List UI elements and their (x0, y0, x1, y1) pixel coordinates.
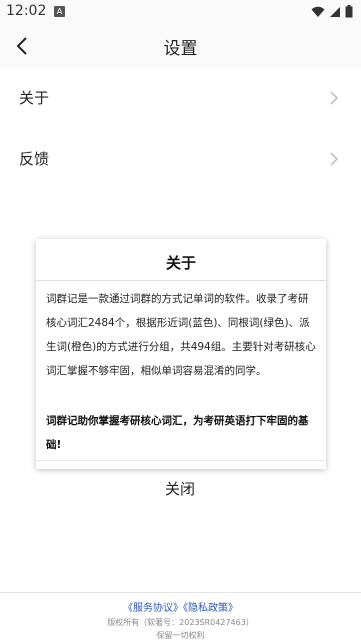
menu-item-feedback[interactable]: 反馈 (0, 129, 361, 191)
wifi-icon (311, 6, 325, 17)
dialog-bottom-divider (36, 460, 326, 461)
notification-icon: A (54, 6, 65, 17)
dialog-body-text: 词群记是一款通过词群的方式记单词的软件。收录了考研核心词汇2484个，根据形近词… (46, 293, 316, 377)
chevron-right-icon (330, 91, 339, 105)
dialog-highlight-text: 词群记助你掌握考研核心词汇，为考研英语打下牢固的基础! (46, 415, 309, 451)
menu-item-label: 反馈 (19, 150, 50, 168)
page-title: 设置 (163, 39, 198, 59)
footer-links: 《服务协议》《隐私政策》 (0, 599, 361, 614)
menu-item-label: 关于 (19, 89, 50, 107)
footer: 《服务协议》《隐私政策》 版权所有（软著号：2023SR0427463） 保留一… (0, 592, 361, 644)
copyright-text: 版权所有（软著号：2023SR0427463） (107, 618, 254, 627)
battery-icon (345, 5, 353, 18)
service-agreement-link[interactable]: 《服务协议》 (123, 603, 183, 614)
dialog-divider (36, 280, 326, 281)
chevron-right-icon (330, 152, 339, 166)
status-bar: 12:02 A (0, 0, 361, 24)
close-button[interactable]: 关闭 (150, 478, 210, 502)
system-icons (311, 5, 353, 18)
dialog-title: 关于 (165, 254, 196, 272)
menu-item-about[interactable]: 关于 (0, 68, 361, 130)
signal-icon (330, 6, 340, 17)
about-dialog: 关于 词群记是一款通过词群的方式记单词的软件。收录了考研核心词汇2484个，根据… (36, 239, 326, 469)
privacy-policy-link[interactable]: 《隐私政策》 (183, 603, 238, 614)
rights-text: 保留一切权利 (156, 631, 205, 640)
status-time: 12:02 (6, 3, 47, 19)
top-nav-bar: 设置 (0, 24, 361, 68)
